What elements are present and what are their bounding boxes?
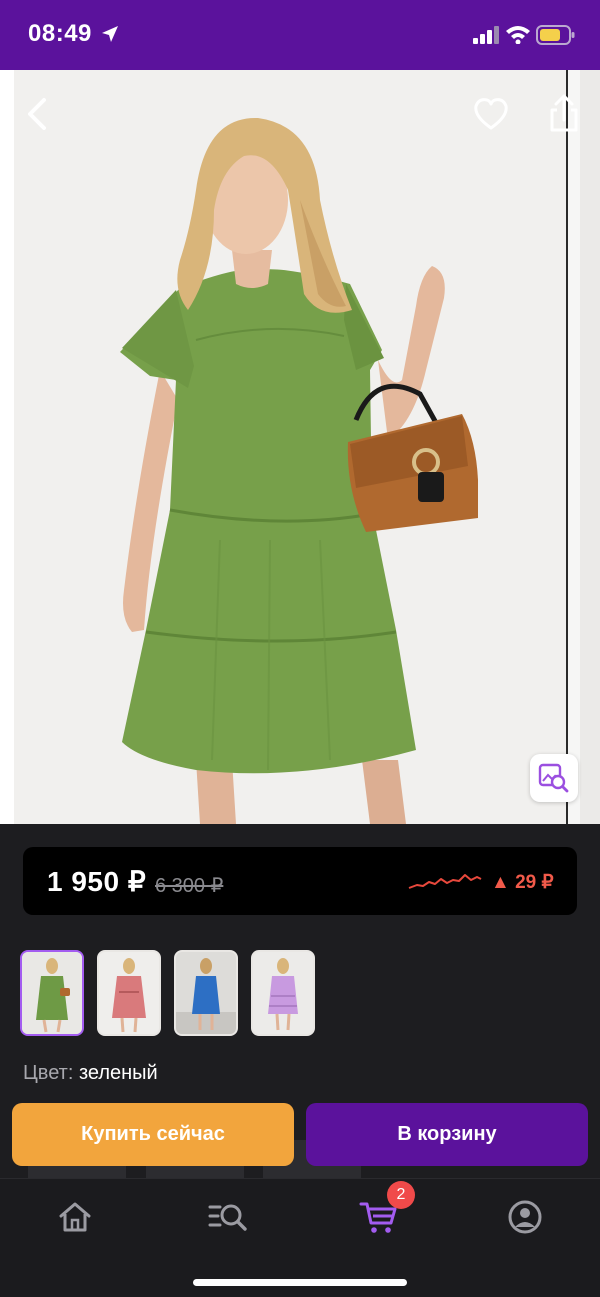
status-bar: 08:49	[0, 0, 600, 70]
home-indicator	[193, 1279, 407, 1286]
battery-icon	[536, 25, 575, 45]
share-icon	[550, 94, 578, 132]
visual-search-button[interactable]	[530, 754, 578, 802]
cellular-signal-icon	[473, 26, 499, 44]
wifi-icon	[506, 26, 530, 44]
color-thumbnail-lilac[interactable]	[251, 950, 315, 1036]
buy-now-button[interactable]: Купить сейчас	[12, 1103, 294, 1166]
color-thumbnails	[20, 950, 580, 1038]
color-selection: Цвет: зеленый	[23, 1062, 158, 1085]
current-price: 1 950 ₽	[47, 866, 147, 897]
tab-profile[interactable]	[500, 1195, 550, 1239]
add-to-cart-button[interactable]: В корзину	[306, 1103, 588, 1166]
status-time: 08:49	[28, 20, 92, 47]
product-image[interactable]	[0, 70, 600, 824]
product-screen: 08:49 1 950 ₽ 6 300 ₽ ▲ 29 ₽ Цвет: зелен…	[0, 0, 600, 1297]
color-value: зеленый	[78, 1062, 158, 1084]
tab-catalog[interactable]	[201, 1195, 251, 1239]
color-thumbnail-blue[interactable]	[174, 950, 238, 1036]
price-bar[interactable]: 1 950 ₽ 6 300 ₽ ▲ 29 ₽	[23, 847, 577, 915]
image-search-icon	[538, 763, 569, 793]
home-icon	[59, 1202, 91, 1232]
location-arrow-icon	[102, 26, 118, 42]
cart-count-badge: 2	[387, 1181, 415, 1209]
share-button[interactable]	[544, 92, 584, 136]
catalog-search-icon	[208, 1204, 247, 1231]
color-thumbnail-pink[interactable]	[97, 950, 161, 1036]
product-photo	[0, 70, 600, 824]
back-button[interactable]	[20, 94, 56, 134]
tab-home[interactable]	[50, 1195, 100, 1239]
old-price: 6 300 ₽	[155, 875, 224, 897]
price-change: ▲ 29 ₽	[491, 872, 554, 893]
price-trend-icon	[408, 874, 482, 889]
color-thumbnail-green[interactable]	[20, 950, 84, 1036]
favorite-button[interactable]	[470, 94, 512, 134]
color-label: Цвет:	[23, 1062, 74, 1084]
chevron-left-icon	[28, 98, 46, 130]
profile-icon	[508, 1200, 542, 1234]
heart-icon	[474, 98, 508, 130]
